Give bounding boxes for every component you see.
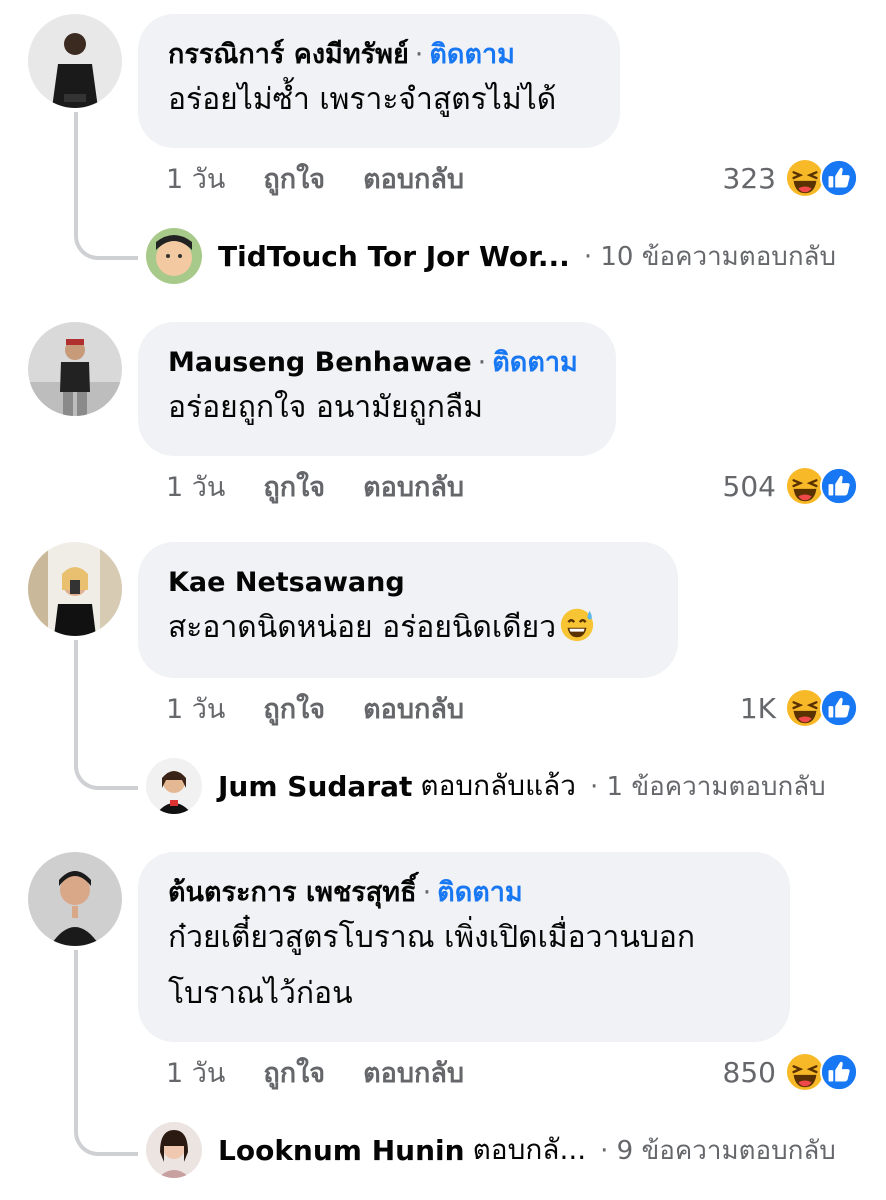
comment-meta: 1 วัน ถูกใจ ตอบกลับ [166, 1054, 464, 1094]
comment-text-line-2: โบราณไว้ก่อน [168, 976, 353, 1011]
avatar[interactable] [28, 14, 122, 108]
like-button[interactable]: ถูกใจ [263, 468, 325, 508]
reply-button[interactable]: ตอบกลับ [363, 1054, 464, 1094]
timestamp[interactable]: 1 วัน [166, 160, 225, 200]
avatar [146, 1122, 202, 1178]
reply-status: ตอบกลั... [472, 1133, 587, 1166]
reply-preview[interactable]: Looknum Hunin ตอบกลั... · 9 ข้อความตอบกล… [146, 1120, 836, 1180]
like-reaction-icon [820, 159, 858, 197]
reaction-summary[interactable]: 1K [740, 688, 858, 728]
timestamp[interactable]: 1 วัน [166, 468, 225, 508]
reaction-summary[interactable]: 504 [723, 466, 858, 506]
like-button[interactable]: ถูกใจ [263, 160, 325, 200]
separator-dot: · [477, 347, 487, 378]
thread-line [74, 640, 138, 790]
comment-meta: 1 วัน ถูกใจ ตอบกลับ [166, 468, 464, 508]
grinning-sweat-emoji [558, 605, 596, 643]
reaction-summary[interactable]: 850 [723, 1052, 858, 1092]
avatar [146, 228, 202, 284]
haha-reaction-icon [786, 689, 824, 727]
author-line: Mauseng Benhawae · ติดตาม [168, 346, 586, 380]
reply-button[interactable]: ตอบกลับ [363, 468, 464, 508]
reply-preview[interactable]: TidTouch Tor Jor Wor... · 10 ข้อความตอบก… [146, 226, 836, 286]
like-button[interactable]: ถูกใจ [263, 690, 325, 730]
reply-author-name[interactable]: TidTouch Tor Jor Wor... [218, 240, 570, 273]
author-name[interactable]: Kae Netsawang [168, 566, 648, 600]
haha-reaction-icon [786, 159, 824, 197]
reaction-summary[interactable]: 323 [723, 158, 858, 198]
reply-status: ตอบกลับแล้ว [420, 769, 576, 802]
thread-line [74, 112, 138, 260]
thread-line [74, 950, 138, 1156]
reply-author-name[interactable]: Jum Sudarat [218, 770, 412, 803]
reply-count[interactable]: · 1 ข้อความตอบกลับ [590, 766, 826, 807]
like-reaction-icon [820, 467, 858, 505]
reply-author-name[interactable]: Looknum Hunin [218, 1134, 465, 1167]
comment-bubble: Kae Netsawang สะอาดนิดหน่อย อร่อยนิดเดีย… [138, 542, 678, 678]
timestamp[interactable]: 1 วัน [166, 690, 225, 730]
follow-button[interactable]: ติดตาม [492, 347, 578, 378]
author-line: กรรณิการ์ คงมีทรัพย์ · ติดตาม [168, 38, 590, 72]
separator-dot: · [414, 39, 424, 70]
comment-bubble: Mauseng Benhawae · ติดตาม อร่อยถูกใจ อนามั… [138, 322, 616, 456]
comment-text: อร่อยถูกใจ อนามัยถูกลืม [168, 390, 484, 425]
reply-button[interactable]: ตอบกลับ [363, 160, 464, 200]
reply-preview[interactable]: Jum Sudarat ตอบกลับแล้ว · 1 ข้อความตอบกล… [146, 756, 826, 816]
reply-count[interactable]: · 10 ข้อความตอบกลับ [584, 236, 836, 277]
haha-reaction-icon [786, 467, 824, 505]
comment-text: อร่อยไม่ซ้ำ เพราะจำสูตรไม่ได้ [168, 82, 557, 117]
reaction-count: 504 [722, 469, 776, 503]
like-reaction-icon [820, 1053, 858, 1091]
author-name[interactable]: ต้นตระการ เพชรสุทธิ์ [168, 877, 417, 908]
author-line: ต้นตระการ เพชรสุทธิ์ · ติดตาม [168, 876, 760, 910]
comment-text-line-1: ก๋วยเตี๋ยวสูตรโบราณ เพิ่งเปิดเมื่อวานบอก [168, 920, 696, 955]
reaction-count: 1K [739, 691, 776, 725]
reaction-count: 323 [722, 161, 776, 195]
follow-button[interactable]: ติดตาม [437, 877, 523, 908]
comment-meta: 1 วัน ถูกใจ ตอบกลับ [166, 690, 464, 730]
comment-text-content: สะอาดนิดหน่อย อร่อยนิดเดียว [168, 610, 557, 645]
like-reaction-icon [820, 689, 858, 727]
reaction-count: 850 [722, 1055, 776, 1089]
reply-count[interactable]: · 9 ข้อความตอบกลับ [600, 1130, 836, 1171]
avatar[interactable] [28, 852, 122, 946]
comment-bubble: กรรณิการ์ คงมีทรัพย์ · ติดตาม อร่อยไม่ซ้ำ … [138, 14, 620, 148]
timestamp[interactable]: 1 วัน [166, 1054, 225, 1094]
reply-button[interactable]: ตอบกลับ [363, 690, 464, 730]
avatar[interactable] [28, 542, 122, 636]
like-button[interactable]: ถูกใจ [263, 1054, 325, 1094]
separator-dot: · [422, 877, 432, 908]
comment-text: สะอาดนิดหน่อย อร่อยนิดเดียว [168, 600, 648, 656]
comment-meta: 1 วัน ถูกใจ ตอบกลับ [166, 160, 464, 200]
comment-bubble: ต้นตระการ เพชรสุทธิ์ · ติดตาม ก๋วยเตี๋ยวสู… [138, 852, 790, 1042]
avatar [146, 758, 202, 814]
follow-button[interactable]: ติดตาม [429, 39, 515, 70]
avatar[interactable] [28, 322, 122, 416]
author-name[interactable]: กรรณิการ์ คงมีทรัพย์ [168, 39, 409, 70]
author-name[interactable]: Mauseng Benhawae [168, 347, 472, 378]
haha-reaction-icon [786, 1053, 824, 1091]
